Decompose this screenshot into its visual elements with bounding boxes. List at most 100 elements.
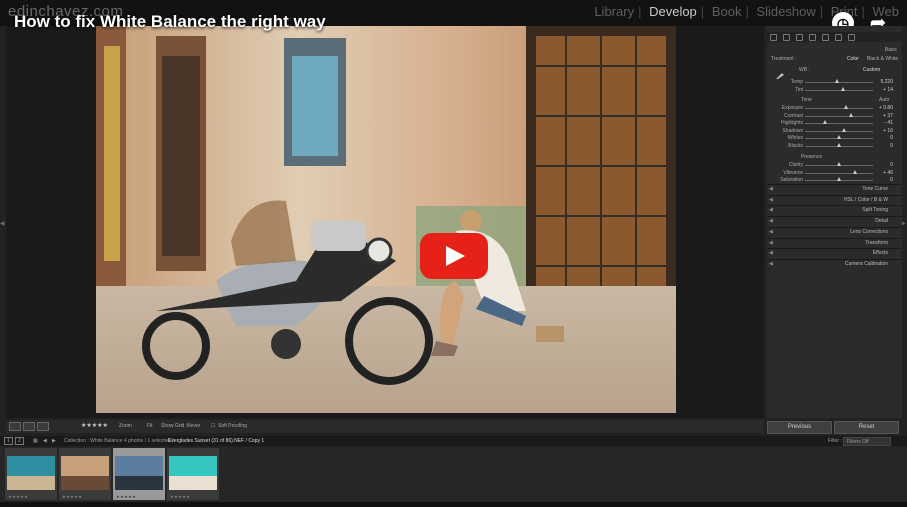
filmstrip-thumbnail[interactable]: ★★★★★ xyxy=(59,448,111,500)
panel-section-3[interactable]: ◀ Detail xyxy=(767,216,902,226)
panel-section-7[interactable]: ◀ Camera Calibration xyxy=(767,258,902,269)
slider-thumb[interactable] xyxy=(837,162,841,166)
filter-dropdown[interactable]: Filters Off xyxy=(843,437,891,446)
panel-section-2[interactable]: ◀ Split Toning xyxy=(767,205,902,215)
panel-section-6[interactable]: ◀ Effects xyxy=(767,248,902,258)
soft-proofing-label: Soft Proofing xyxy=(218,423,247,429)
video-title[interactable]: How to fix White Balance the right way xyxy=(14,12,326,32)
slider-thumb[interactable] xyxy=(842,127,847,132)
thumbnail-image xyxy=(169,456,217,490)
slider-thumb[interactable] xyxy=(849,112,854,117)
collapse-triangle-icon[interactable]: ◀ xyxy=(769,260,773,269)
red-eye-icon[interactable] xyxy=(809,34,816,41)
collapse-triangle-icon[interactable]: ◀ xyxy=(769,249,773,258)
spot-removal-icon[interactable] xyxy=(796,34,803,41)
loupe-view-icon[interactable] xyxy=(9,422,21,431)
image-toolbar: ★★★★★ Zoom Fit Show Grid : Never ☐ Soft … xyxy=(6,420,764,433)
collapse-triangle-icon[interactable]: ◀ xyxy=(769,239,773,248)
selection-count: 4 photos / 1 selected / xyxy=(124,438,173,444)
collapse-triangle-icon[interactable]: ◀ xyxy=(769,185,773,194)
filmstrip-bar: 1 2 ▦ ◀ ▶ Collection : White Balance 4 p… xyxy=(0,436,907,446)
section-label: Camera Calibration xyxy=(844,260,888,267)
show-grid-dropdown[interactable]: Never xyxy=(187,423,200,429)
section-label: Transform xyxy=(865,239,888,246)
tone-row: Tone Auto xyxy=(801,96,890,104)
slider-track[interactable] xyxy=(805,90,873,91)
slider-label: Tint xyxy=(794,87,803,93)
slider-tint: Tint + 14 xyxy=(771,86,897,94)
slider-value[interactable]: + 14 xyxy=(875,86,893,94)
slider-track[interactable] xyxy=(805,130,873,132)
screen: edinchavez.com Library | Develop | Book | S… xyxy=(0,0,907,507)
tone-auto-button[interactable]: Auto xyxy=(879,96,889,104)
adjustment-brush-icon[interactable] xyxy=(848,34,855,41)
section-label: HSL / Color / B & W xyxy=(844,196,888,203)
grid-view-icon[interactable]: ▦ xyxy=(33,438,38,444)
presence-row: Presence xyxy=(801,154,823,160)
left-panel-toggle-icon[interactable]: ◀ xyxy=(0,220,5,227)
slider-value[interactable]: 0 xyxy=(875,142,893,150)
slider-track[interactable] xyxy=(805,108,873,109)
radial-filter-icon[interactable] xyxy=(835,34,842,41)
slider-label: Blacks xyxy=(788,142,803,149)
panel-section-5[interactable]: ◀ Transform xyxy=(767,237,902,248)
soft-proofing-checkbox[interactable]: ☐ xyxy=(211,423,215,429)
wb-dropdown[interactable]: Custom xyxy=(863,66,880,74)
slider-thumb[interactable] xyxy=(823,120,828,124)
collapse-triangle-icon[interactable]: ◀ xyxy=(769,206,773,215)
module-develop[interactable]: Develop xyxy=(647,4,699,19)
forward-arrow-icon[interactable]: ▶ xyxy=(52,438,56,444)
slider-thumb[interactable] xyxy=(834,79,839,83)
section-label: Effects xyxy=(872,250,888,257)
reset-button[interactable]: Reset xyxy=(834,421,899,434)
slider-track[interactable] xyxy=(805,172,873,174)
collapse-triangle-icon[interactable]: ◀ xyxy=(769,196,773,205)
panel-section-4[interactable]: ◀ Lens Corrections xyxy=(767,226,902,237)
compare-view-icon[interactable] xyxy=(37,422,49,431)
panel-section-1[interactable]: ◀ HSL / Color / B & W xyxy=(767,194,902,205)
slider-track[interactable] xyxy=(805,123,873,124)
slider-track[interactable] xyxy=(805,115,873,117)
collapse-triangle-icon[interactable]: ◀ xyxy=(769,228,773,237)
develop-right-panel: Basic Treatment : Color Black & White WB… xyxy=(767,26,902,418)
section-label: Split Toning xyxy=(862,207,888,214)
zoom-fit-option[interactable]: Fit xyxy=(147,423,153,429)
page-2-button[interactable]: 2 xyxy=(15,437,24,445)
module-library[interactable]: Library xyxy=(592,4,636,19)
panel-section-0[interactable]: ◀ Tone Curve xyxy=(767,184,902,194)
back-arrow-icon[interactable]: ◀ xyxy=(43,438,47,444)
collection-path[interactable]: Collection : White Balance xyxy=(64,438,122,444)
slider-value[interactable]: 5,220 xyxy=(875,78,893,86)
slider-thumb[interactable] xyxy=(837,135,841,139)
slider-thumb[interactable] xyxy=(837,142,841,147)
page-1-button[interactable]: 1 xyxy=(4,437,13,445)
module-picker: Library| Develop| Book| Slideshow| Print… xyxy=(592,4,899,19)
filmstrip-thumbnail[interactable]: ★★★★★ xyxy=(5,448,57,500)
slider-thumb[interactable] xyxy=(841,87,846,91)
treatment-bw-option[interactable]: Black & White xyxy=(867,55,898,63)
basic-header[interactable]: Basic xyxy=(771,46,897,54)
before-after-icon[interactable] xyxy=(23,422,35,431)
module-slideshow[interactable]: Slideshow xyxy=(754,4,817,19)
panel-buttons: Previous Reset xyxy=(767,421,902,434)
selected-filename[interactable]: Everglades Sunset (31 of 86).NEF / Copy … xyxy=(168,438,264,444)
slider-thumb[interactable] xyxy=(852,169,857,174)
collapse-triangle-icon[interactable]: ◀ xyxy=(769,217,773,226)
slider-label: Saturation xyxy=(780,177,803,183)
slider-thumb[interactable] xyxy=(837,177,841,181)
treatment-color-option[interactable]: Color xyxy=(847,55,859,63)
previous-button[interactable]: Previous xyxy=(767,421,832,434)
slider-track[interactable] xyxy=(805,82,873,83)
crop-icon[interactable] xyxy=(783,34,790,41)
filmstrip-thumbnail[interactable]: ★★★★★ xyxy=(113,448,165,500)
rating-stars[interactable]: ★★★★★ xyxy=(81,422,108,429)
graduated-filter-icon[interactable] xyxy=(822,34,829,41)
youtube-play-icon[interactable] xyxy=(420,233,488,279)
slider-thumb[interactable] xyxy=(843,105,848,109)
slider-value[interactable]: 0 xyxy=(875,176,893,184)
module-book[interactable]: Book xyxy=(710,4,744,19)
tool-strip xyxy=(767,32,902,42)
bottom-edge xyxy=(0,502,907,507)
filmstrip-thumbnail[interactable]: ★★★★★ xyxy=(167,448,219,500)
histogram-icon[interactable] xyxy=(770,34,777,41)
